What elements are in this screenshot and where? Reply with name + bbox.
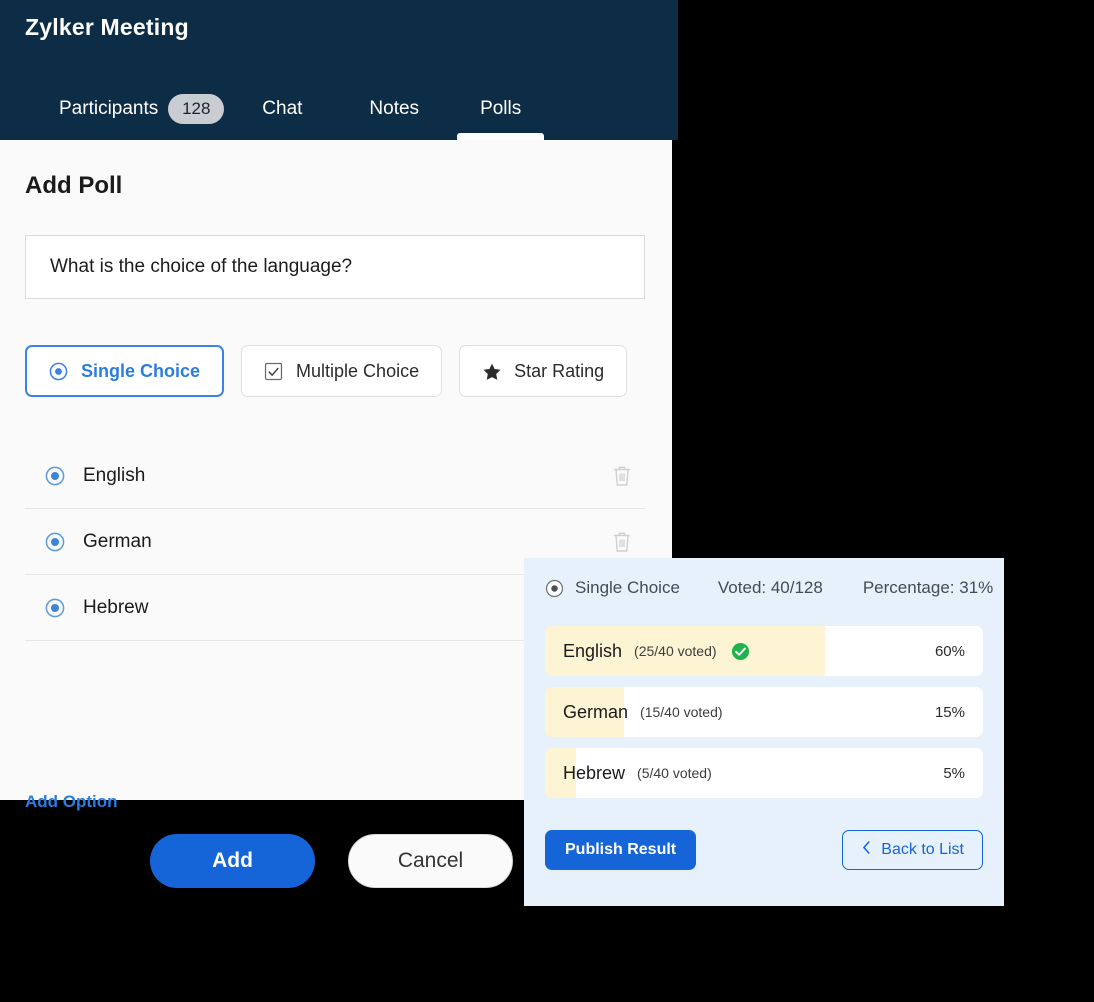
back-to-list-button[interactable]: Back to List [842, 830, 983, 870]
publish-result-button[interactable]: Publish Result [545, 830, 697, 870]
form-actions: Add Cancel [150, 834, 513, 888]
result-row[interactable]: Hebrew (5/40 voted) 5% [545, 748, 983, 798]
poll-option-row[interactable]: English [25, 443, 645, 509]
poll-type-multiple-choice[interactable]: Multiple Choice [241, 345, 443, 397]
poll-results-panel: Single Choice Voted: 40/128 Percentage: … [524, 558, 1004, 906]
radio-icon[interactable] [45, 532, 65, 552]
poll-option-label: English [83, 464, 146, 486]
participants-count-badge: 128 [168, 94, 225, 124]
poll-type-selector: Single Choice Multiple Choice Star Ratin… [25, 345, 628, 397]
radio-icon [49, 362, 68, 381]
tab-notes[interactable]: Notes [369, 78, 419, 140]
radio-icon[interactable] [45, 598, 65, 618]
meeting-header: Zylker Meeting Participants 128 Chat Not… [0, 0, 678, 140]
poll-type-single-choice[interactable]: Single Choice [25, 345, 225, 397]
radio-icon[interactable] [45, 466, 65, 486]
add-button[interactable]: Add [150, 834, 315, 888]
cancel-button[interactable]: Cancel [348, 834, 513, 888]
result-row-content: English (25/40 voted) [545, 641, 983, 662]
poll-option-label: Hebrew [83, 596, 149, 618]
delete-icon[interactable] [611, 530, 633, 554]
poll-type-star-rating-label: Star Rating [514, 360, 605, 381]
poll-type-single-choice-label: Single Choice [81, 360, 201, 381]
checkbox-icon [264, 362, 283, 381]
result-row[interactable]: English (25/40 voted) 60% [545, 626, 983, 676]
result-row-content: Hebrew (5/40 voted) [545, 763, 983, 784]
back-to-list-label: Back to List [881, 841, 964, 858]
tab-polls-label: Polls [480, 98, 522, 119]
result-option-votes: (25/40 voted) [634, 643, 717, 659]
result-row-content: German (15/40 voted) [545, 702, 983, 723]
poll-type-star-rating[interactable]: Star Rating [459, 345, 628, 397]
active-tab-indicator [457, 133, 545, 140]
results-bar-list: English (25/40 voted) 60% German (15/40 … [545, 626, 983, 809]
poll-question-input[interactable]: What is the choice of the language? [25, 235, 645, 299]
result-option-percent: 5% [943, 764, 965, 782]
add-option-link[interactable]: Add Option [25, 792, 118, 812]
result-option-percent: 60% [934, 642, 965, 660]
result-option-votes: (15/40 voted) [640, 704, 723, 720]
delete-icon[interactable] [611, 464, 633, 488]
voted-count-label: Voted: 40/128 [717, 578, 823, 597]
tab-participants[interactable]: Participants 128 [59, 78, 225, 140]
tab-bar: Participants 128 Chat Notes Polls [0, 78, 678, 140]
poll-results-meta: Single Choice Voted: 40/128 Percentage: … [545, 578, 993, 598]
tab-chat[interactable]: Chat [262, 78, 302, 140]
radio-icon [545, 579, 564, 598]
star-icon [482, 362, 501, 381]
result-option-name: English [563, 640, 623, 661]
meeting-title: Zylker Meeting [25, 14, 189, 40]
tab-notes-label: Notes [369, 98, 420, 119]
result-option-votes: (5/40 voted) [637, 765, 712, 781]
results-actions: Publish Result Back to List [545, 830, 983, 870]
result-row[interactable]: German (15/40 voted) 15% [545, 687, 983, 737]
tab-polls[interactable]: Polls [457, 78, 545, 140]
tab-participants-label: Participants [59, 98, 159, 119]
check-icon [731, 642, 750, 661]
percentage-label: Percentage: 31% [862, 578, 994, 597]
chevron-left-icon [861, 840, 872, 860]
poll-option-label: German [83, 530, 152, 552]
result-option-percent: 15% [934, 703, 965, 721]
tab-chat-label: Chat [262, 98, 303, 119]
screen: Zylker Meeting Participants 128 Chat Not… [0, 0, 1094, 1002]
page-title: Add Poll [25, 172, 123, 199]
result-option-name: German [563, 701, 629, 722]
poll-type-multiple-choice-label: Multiple Choice [296, 360, 420, 381]
result-option-name: Hebrew [563, 762, 626, 783]
poll-type-label: Single Choice [575, 578, 680, 597]
